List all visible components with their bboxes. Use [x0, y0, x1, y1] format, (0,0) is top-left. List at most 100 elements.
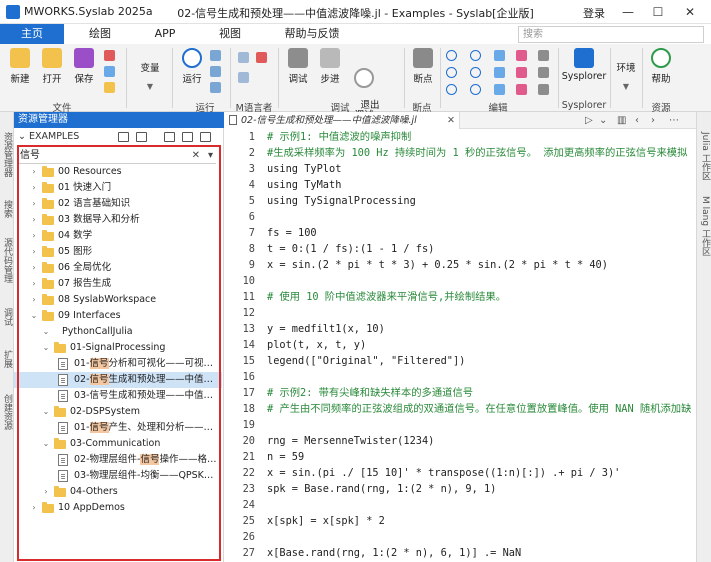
chevron-down-icon[interactable]: ⌄: [599, 112, 607, 129]
debug-button[interactable]: 调试: [284, 48, 312, 85]
refresh-icon[interactable]: [182, 132, 193, 142]
separator: [558, 48, 559, 108]
code-line: 15 legend(["Original", "Filtered"]): [242, 355, 466, 367]
format-icon[interactable]: [538, 50, 549, 61]
copy-icon[interactable]: [104, 50, 115, 61]
code-line: 20 rng = MersenneTwister(1234): [242, 435, 435, 447]
code-line: 24: [242, 499, 255, 511]
goto-icon[interactable]: [494, 84, 505, 95]
explorer-title: 资源管理器: [14, 112, 224, 128]
code-line: 21 n = 59: [242, 451, 305, 463]
code-line: 13 y = medfilt1(x, 10): [242, 323, 385, 335]
activity-explorer[interactable]: 资源管理器: [0, 132, 14, 177]
find-icon[interactable]: [494, 50, 505, 61]
code-line: 26: [242, 531, 255, 543]
fold-icon[interactable]: [538, 84, 549, 95]
variables-button[interactable]: 变量 ▼: [134, 60, 166, 91]
save-button[interactable]: 保存: [70, 48, 98, 85]
breakpoint-button[interactable]: 断点: [408, 48, 438, 85]
separator: [126, 48, 127, 108]
activity-extensions[interactable]: 扩展: [0, 350, 14, 368]
run-file-icon[interactable]: ▷: [585, 112, 593, 129]
right-sidebar: Julia 工作区 M lang 工作区: [696, 112, 711, 562]
maximize-button[interactable]: ☐: [647, 2, 669, 22]
search-input[interactable]: 搜索: [518, 26, 704, 43]
julia-workspace-tab[interactable]: Julia 工作区: [698, 132, 711, 181]
wrap-icon[interactable]: [446, 84, 457, 95]
bookmark-next-icon[interactable]: [516, 67, 527, 78]
activity-debug[interactable]: 调试: [0, 308, 14, 326]
activity-create-resource[interactable]: 创建资源: [0, 394, 14, 430]
code-line: 14 plot(t, x, t, y): [242, 339, 367, 351]
explorer-root[interactable]: ⌄ EXAMPLES: [14, 128, 224, 146]
back-icon[interactable]: ‹: [635, 112, 639, 129]
close-icon[interactable]: ✕: [447, 112, 455, 129]
stop-icon: [354, 68, 374, 88]
code-line: 25 x[spk] = x[spk] * 2: [242, 515, 385, 527]
close-button[interactable]: ✕: [679, 2, 701, 22]
code-line: 7 fs = 100: [248, 227, 317, 239]
tab-view[interactable]: 视图: [210, 24, 250, 44]
activity-bar: 资源管理器 搜索 源代码管理 调试 扩展 创建资源: [0, 112, 14, 562]
hash-icon[interactable]: [446, 67, 457, 78]
tab-help-feedback[interactable]: 帮助与反馈: [282, 24, 342, 44]
separator: [278, 48, 279, 108]
code-line: 9x = sin.(2 * pi * t * 3) + 0.25 * sin.(…: [248, 259, 608, 271]
app-name: MWORKS.Syslab 2025a: [24, 5, 153, 18]
login-button[interactable]: 登录: [583, 5, 605, 21]
title-bar: MWORKS.Syslab 2025a 02-信号生成和预处理——中值滤波降噪.…: [0, 0, 711, 24]
annotation-highlight-box: [17, 145, 221, 561]
forward-icon[interactable]: ›: [651, 112, 655, 129]
import-icon[interactable]: [104, 66, 115, 77]
back-icon[interactable]: [446, 50, 457, 61]
run-advance-icon[interactable]: [210, 66, 221, 77]
more-icon[interactable]: ⋯: [669, 112, 679, 129]
chevron-down-icon: ▼: [146, 82, 154, 91]
bookmark-prev-icon[interactable]: [516, 84, 527, 95]
comment-icon[interactable]: [538, 67, 549, 78]
tab-plot[interactable]: 绘图: [80, 24, 120, 44]
run-section-icon[interactable]: [210, 50, 221, 61]
code-line: 23 spk = Base.rand(rng, 1:(2 * n), 9, 1): [242, 483, 497, 495]
m-lang-file-icon[interactable]: [238, 72, 249, 83]
help-button[interactable]: 帮助: [646, 48, 676, 85]
code-line: 6: [248, 211, 255, 223]
open-button[interactable]: 打开: [38, 48, 66, 85]
tab-home[interactable]: 主页: [0, 24, 64, 44]
code-line: 17 # 示例2: 带有尖峰和缺失样本的多通道信号: [242, 387, 474, 399]
code-line: 19: [242, 419, 255, 431]
editor-tab[interactable]: 02-信号生成和预处理——中值滤波降噪.jl ✕: [225, 112, 460, 129]
new-folder-icon[interactable]: [164, 132, 175, 142]
uncomment-icon[interactable]: [470, 67, 481, 78]
indent-icon[interactable]: [470, 84, 481, 95]
m-lang-icon[interactable]: [238, 52, 249, 63]
step-button[interactable]: 步进: [316, 48, 344, 85]
run-button[interactable]: 运行: [178, 48, 206, 85]
forward-icon[interactable]: [470, 50, 481, 61]
environment-button[interactable]: 环境 ▼: [612, 60, 640, 91]
new-file-icon[interactable]: [118, 132, 129, 142]
breakpoint-icon: [413, 48, 433, 68]
ribbon-tabs: 主页 绘图 APP 视图 帮助与反馈 搜索: [0, 24, 711, 44]
tab-app[interactable]: APP: [148, 24, 182, 44]
sysplorer-button[interactable]: Sysplorer: [560, 48, 608, 82]
replace-icon[interactable]: [494, 67, 505, 78]
code-editor[interactable]: 02-信号生成和预处理——中值滤波降噪.jl ✕ ▷ ⌄ ▥ ‹ › ⋯ 1 # …: [225, 112, 696, 562]
code-line: 1 # 示例1: 中值滤波的噪声抑制: [248, 131, 412, 143]
chevron-down-icon: ▼: [622, 82, 630, 91]
group-sysplorer-label: Sysplorer: [561, 100, 607, 111]
activity-search[interactable]: 搜索: [0, 200, 14, 218]
clear-icon[interactable]: [104, 82, 115, 93]
activity-source-control[interactable]: 源代码管理: [0, 238, 14, 283]
minimize-button[interactable]: —: [617, 2, 639, 22]
split-editor-icon[interactable]: ▥: [617, 112, 626, 129]
run-to-end-icon[interactable]: [210, 82, 221, 93]
collapse-all-icon[interactable]: [200, 132, 211, 142]
new-file-dropdown-icon[interactable]: [136, 132, 147, 142]
bookmark-icon[interactable]: [516, 50, 527, 61]
m-lang-stop-icon[interactable]: [256, 52, 267, 63]
new-button[interactable]: 新建: [6, 48, 34, 85]
mlang-workspace-tab[interactable]: M lang 工作区: [698, 196, 711, 256]
code-line: 5 using TySignalProcessing: [248, 195, 416, 207]
debug-icon: [288, 48, 308, 68]
